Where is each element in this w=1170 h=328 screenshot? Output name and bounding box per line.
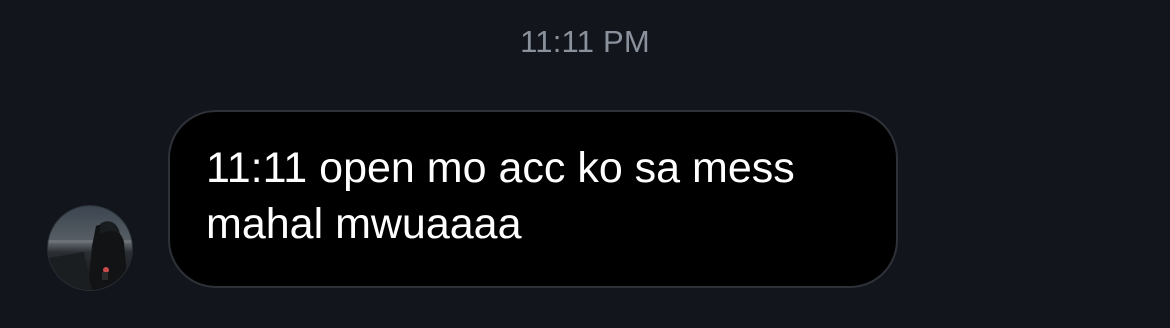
message-row: 11:11 open mo acc ko sa mess mahal mwuaa… xyxy=(48,110,908,290)
sender-avatar[interactable] xyxy=(48,206,132,290)
message-timestamp: 11:11 PM xyxy=(520,24,650,59)
user-avatar-photo-icon xyxy=(48,206,132,290)
message-text: 11:11 open mo acc ko sa mess mahal mwuaa… xyxy=(206,144,795,248)
chat-screen: 11:11 PM 11:11 open mo acc ko sa mess ma… xyxy=(0,0,1170,328)
message-bubble[interactable]: 11:11 open mo acc ko sa mess mahal mwuaa… xyxy=(168,110,898,288)
